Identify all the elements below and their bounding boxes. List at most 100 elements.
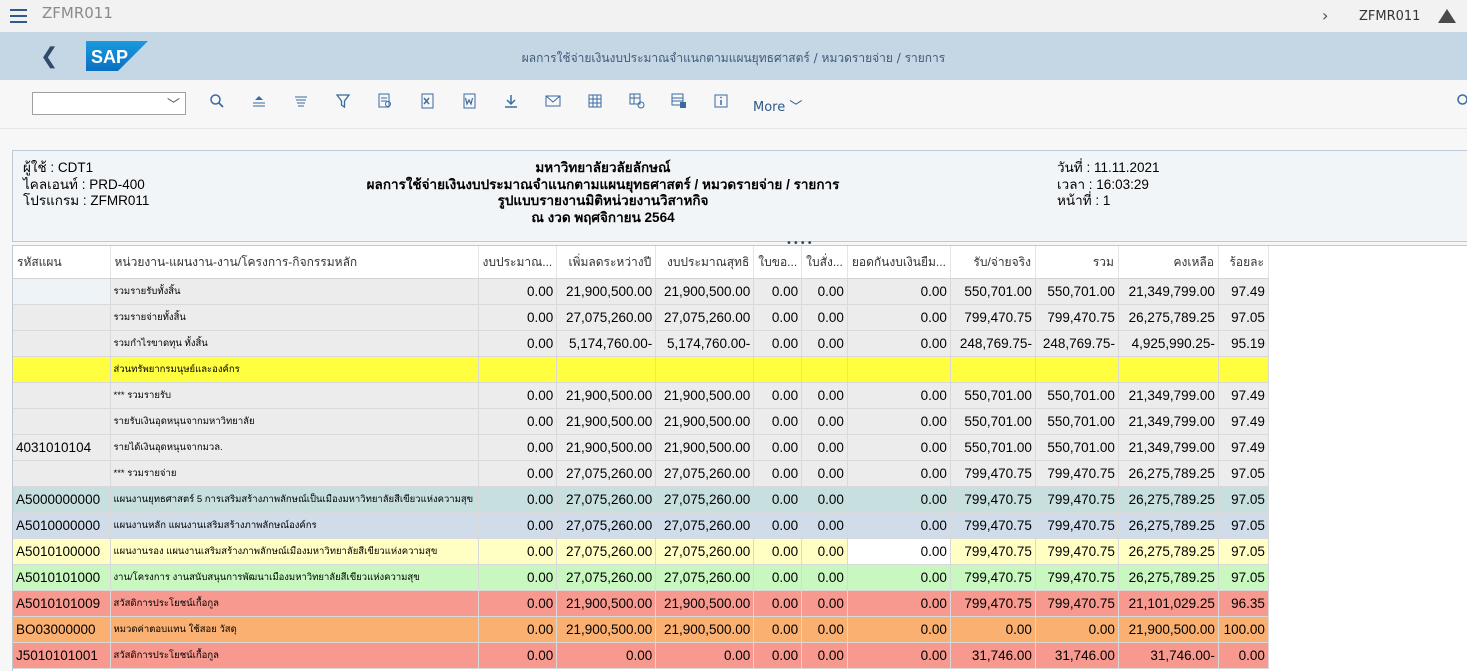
menu-icon[interactable]	[10, 9, 27, 23]
value-cell: 0.00	[847, 642, 951, 669]
table-row[interactable]: A5000000000 แผนงานยุทธศาสตร์ 5 การเสริมสร…	[13, 486, 1269, 513]
table-row[interactable]: BO03000000 หมวดค่าตอบแทน ใช้สอย วัสดุ 0.00…	[13, 616, 1269, 643]
time-label: เวลา : 16:03:29	[1057, 176, 1149, 192]
value-cell: 5,174,760.00-	[655, 330, 755, 357]
column-header[interactable]: รหัสแผน	[13, 246, 111, 279]
plan-code-cell	[13, 356, 111, 383]
column-header[interactable]: รับ/จ่ายจริง	[950, 246, 1036, 279]
value-cell: 0.00	[753, 382, 803, 409]
column-header[interactable]: ใบสั่ง...	[801, 246, 848, 279]
column-header[interactable]: คงเหลือ	[1118, 246, 1219, 279]
value-cell: 21,349,799.00	[1118, 434, 1219, 461]
description-cell: แผนงานหลัก แผนงานเสริมสร้างภาพลักษณ์องค์…	[110, 512, 479, 539]
variant-select[interactable]: ﹀	[32, 92, 186, 115]
download-icon[interactable]	[500, 93, 522, 113]
excel-export-icon[interactable]	[416, 93, 438, 113]
value-cell: 0.00	[478, 330, 558, 357]
print-preview-icon[interactable]	[374, 93, 396, 113]
value-cell: 550,701.00	[950, 434, 1036, 461]
value-cell: 0.00	[847, 486, 951, 513]
value-cell: 0.00	[1218, 642, 1269, 669]
value-cell: 21,900,500.00	[655, 434, 755, 461]
value-cell	[753, 356, 803, 383]
word-export-icon[interactable]	[458, 93, 480, 113]
value-cell: 0.00	[753, 616, 803, 643]
value-cell: 550,701.00	[950, 382, 1036, 409]
column-header[interactable]: ยอดกันงบเงินยืม...	[847, 246, 951, 279]
value-cell: 0.00	[478, 382, 558, 409]
table-row[interactable]: *** รวมรายจ่าย 0.00 27,075,260.00 27,075,26…	[13, 460, 1269, 487]
table-row[interactable]: รวมกำไรขาดทุน ทั้งสิ้น 0.00 5,174,760.00- 5…	[13, 330, 1269, 357]
value-cell: 0.00	[847, 304, 951, 331]
value-cell: 799,470.75	[1035, 564, 1119, 591]
more-button[interactable]: More ﹀	[753, 96, 802, 115]
triangle-up-icon[interactable]	[1438, 9, 1456, 23]
value-cell: 0.00	[801, 512, 848, 539]
search-icon[interactable]	[1456, 93, 1467, 113]
value-cell: 799,470.75	[950, 564, 1036, 591]
description-cell: แผนงานยุทธศาสตร์ 5 การเสริมสร้างภาพลักษณ…	[110, 486, 479, 513]
value-cell: 21,900,500.00	[655, 382, 755, 409]
value-cell: 97.05	[1218, 460, 1269, 487]
table-row[interactable]: A5010101000 งาน/โครงการ งานสนับสนุนการพัฒ…	[13, 564, 1269, 591]
sort-ascending-icon[interactable]	[248, 93, 270, 113]
value-cell: 799,470.75	[950, 486, 1036, 513]
value-cell: 21,900,500.00	[655, 590, 755, 617]
value-cell	[950, 356, 1036, 383]
mail-icon[interactable]	[542, 93, 564, 113]
chevron-right-icon[interactable]: ›	[1322, 6, 1328, 25]
table-row[interactable]: J5010101001 สวัสดิการประโยชน์เกื้อกูล 0.00…	[13, 642, 1269, 669]
value-cell: 31,746.00	[1035, 642, 1119, 669]
info-icon[interactable]	[710, 93, 732, 113]
report-header-right: วันที่ : 11.11.2021 เวลา : 16:03:29 หน้า…	[1057, 160, 1160, 210]
value-cell	[655, 356, 755, 383]
chevron-down-icon[interactable]: ﹀	[167, 94, 180, 113]
app-header: ❮ SAP ผลการใช้จ่ายเงินงบประมาณจำแนกตามแผ…	[0, 32, 1467, 80]
table-row[interactable]: A5010000000 แผนงานหลัก แผนงานเสริมสร้างภา…	[13, 512, 1269, 539]
value-cell: 248,769.75-	[950, 330, 1036, 357]
abc-analysis-icon[interactable]	[668, 93, 690, 113]
sort-descending-icon[interactable]	[290, 93, 312, 113]
column-header[interactable]: งบประมาณสุทธิ	[655, 246, 755, 279]
table-row[interactable]: *** รวมรายรับ 0.00 21,900,500.00 21,900,500…	[13, 382, 1269, 409]
grid-layout-icon[interactable]	[584, 93, 606, 113]
description-cell: รายรับเงินอุดหนุนจากมหาวิทยาลัย	[110, 408, 479, 435]
value-cell: 799,470.75	[1035, 512, 1119, 539]
plan-code-cell: BO03000000	[13, 616, 111, 643]
value-cell: 0.00	[801, 460, 848, 487]
column-header[interactable]: รวม	[1035, 246, 1119, 279]
value-cell: 0.00	[753, 330, 803, 357]
column-header[interactable]: ร้อยละ	[1218, 246, 1269, 279]
table-row[interactable]: A5010101009 สวัสดิการประโยชน์เกื้อกูล 0.00…	[13, 590, 1269, 617]
column-header[interactable]: ใบขอ...	[753, 246, 803, 279]
filter-icon[interactable]	[332, 93, 354, 113]
table-row[interactable]: A5010100000 แผนงานรอง แผนงานเสริมสร้างภาพ…	[13, 538, 1269, 565]
value-cell: 21,349,799.00	[1118, 278, 1219, 305]
value-cell: 550,701.00	[1035, 434, 1119, 461]
table-row[interactable]: รวมรายจ่ายทั้งสิ้น 0.00 27,075,260.00 27,07…	[13, 304, 1269, 331]
value-cell: 550,701.00	[1035, 382, 1119, 409]
value-cell: 0.00	[753, 642, 803, 669]
column-header[interactable]: งบประมาณ...	[478, 246, 558, 279]
value-cell: 799,470.75	[1035, 304, 1119, 331]
table-row[interactable]: รายรับเงินอุดหนุนจากมหาวิทยาลัย 0.00 21,90…	[13, 408, 1269, 435]
plan-code-cell: A5010100000	[13, 538, 111, 565]
value-cell: 97.05	[1218, 538, 1269, 565]
column-header[interactable]: หน่วยงาน-แผนงาน-งาน/โครงการ-กิจกรรมหลัก	[110, 246, 479, 279]
value-cell: 26,275,789.25	[1118, 460, 1219, 487]
report-format: รูปแบบรายงานมิติหน่วยงานวิสาหกิจ	[497, 193, 709, 208]
search-icon[interactable]	[206, 93, 228, 113]
table-row[interactable]: ส่วนทรัพยากรมนุษย์และองค์กร	[13, 356, 1269, 383]
value-cell: 96.35	[1218, 590, 1269, 617]
value-cell: 799,470.75	[950, 512, 1036, 539]
plan-code-cell: A5010000000	[13, 512, 111, 539]
table-row[interactable]: รวมรายรับทั้งสิ้น 0.00 21,900,500.00 21,900…	[13, 278, 1269, 305]
program-label: โปรแกรม : ZFMR011	[23, 193, 150, 208]
layout-settings-icon[interactable]	[626, 93, 648, 113]
value-cell: 0.00	[847, 434, 951, 461]
column-header[interactable]: เพิ่มลดระหว่างปี	[556, 246, 657, 279]
date-label: วันที่ : 11.11.2021	[1057, 160, 1160, 175]
value-cell: 0.00	[847, 408, 951, 435]
table-row[interactable]: 4031010104 รายได้เงินอุดหนุนจากมวล. 0.00 21…	[13, 434, 1269, 461]
description-cell: *** รวมรายรับ	[110, 382, 479, 409]
